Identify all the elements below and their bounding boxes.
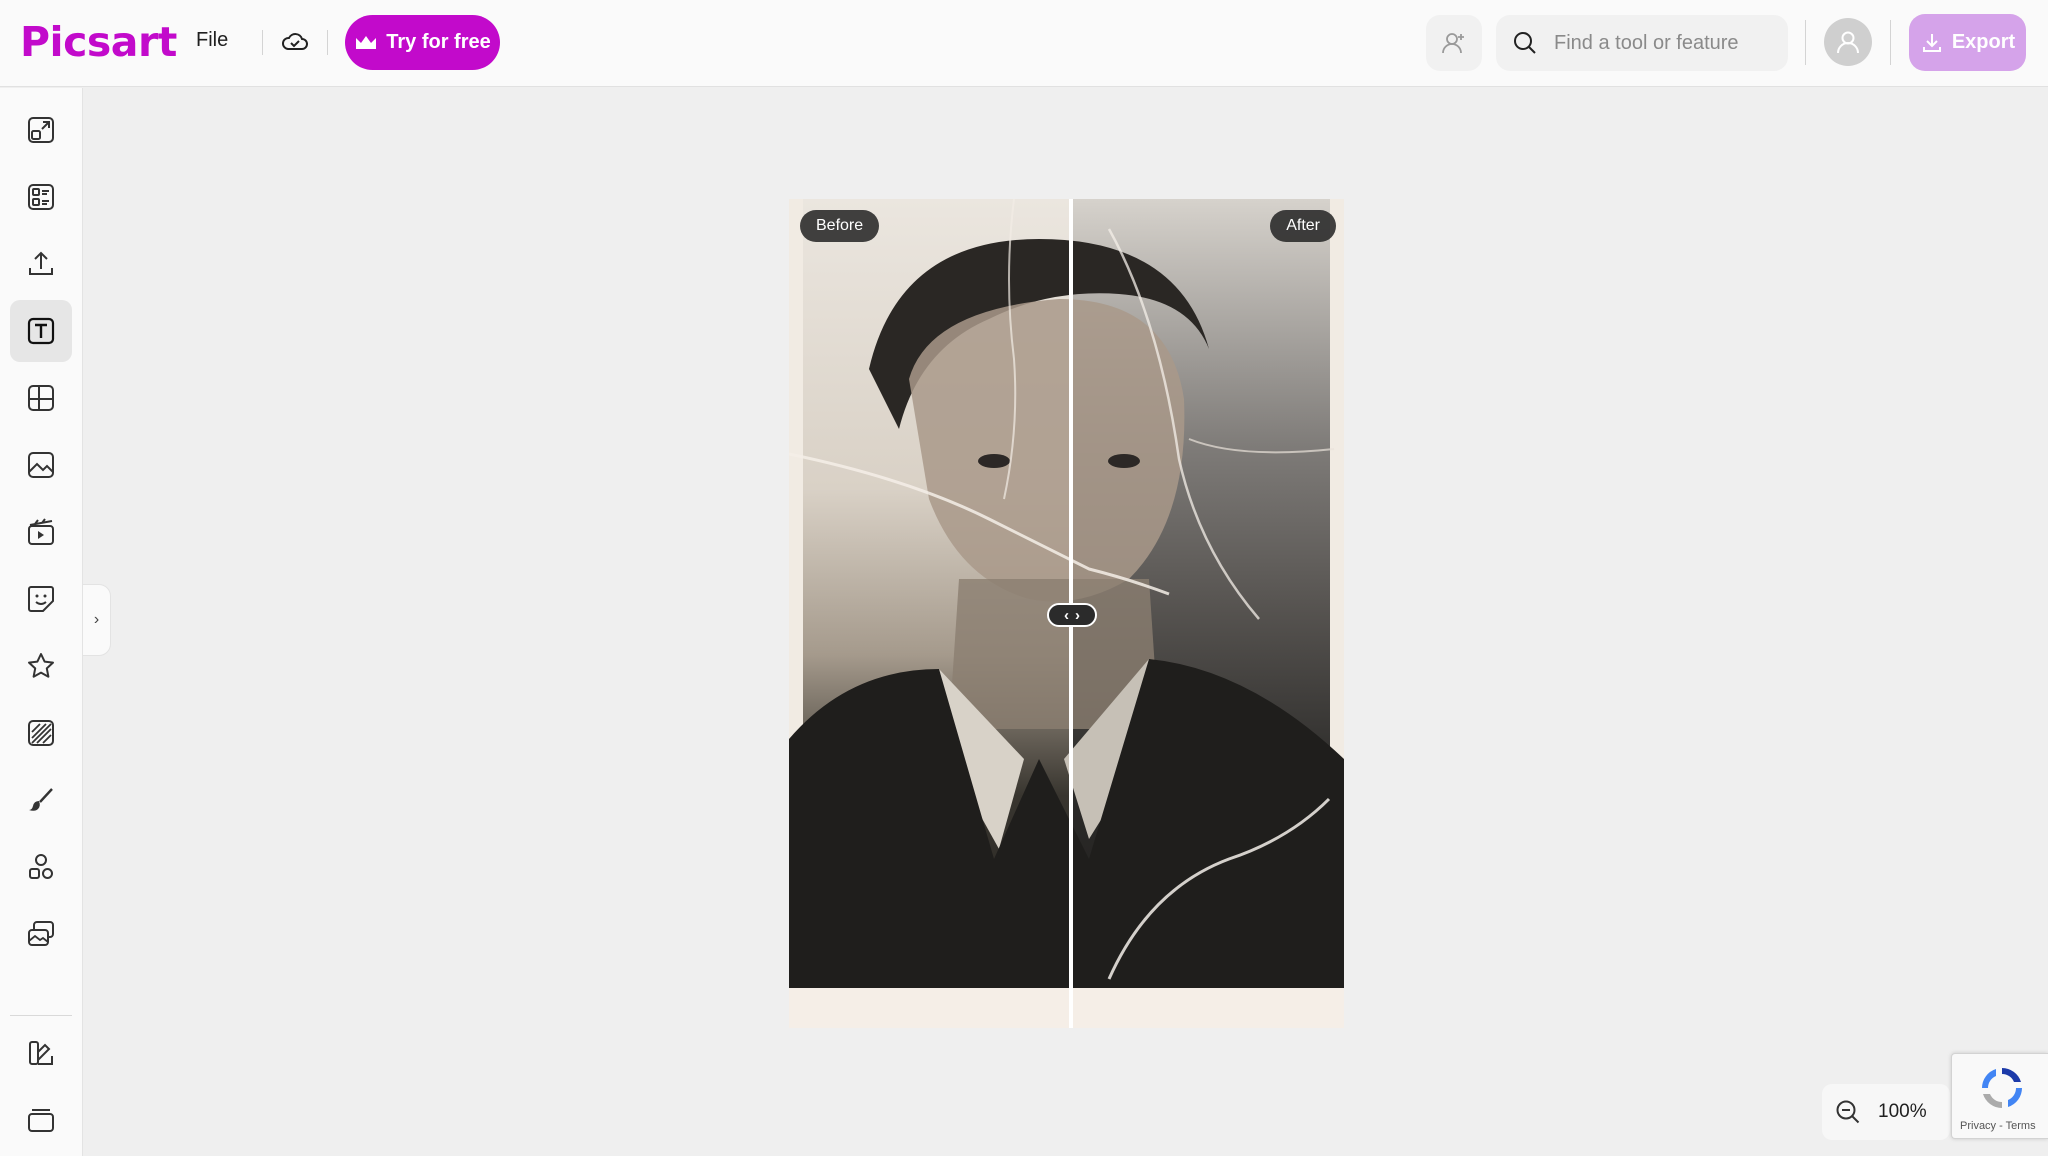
before-label: Before [800,210,880,242]
sidebar-item-video[interactable] [10,501,72,563]
photos-icon [28,452,54,478]
brush-icon [29,788,53,811]
photo-frame-bottom [789,988,1344,1028]
sidebar-item-upload[interactable] [10,233,72,295]
sidebar-item-favorites[interactable] [10,635,72,697]
zoom-control: 100% [1822,1084,1950,1140]
invite-collaborator-button[interactable] [1426,15,1482,71]
sidebar-divider [10,1015,72,1016]
after-label: After [1270,210,1336,242]
recaptcha-badge[interactable]: Privacy - Terms [1951,1053,2048,1139]
recaptcha-links[interactable]: Privacy - Terms [1960,1120,2036,1132]
sidebar-item-folders[interactable] [10,1089,72,1151]
user-icon [1837,31,1859,54]
resize-icon [28,117,54,143]
add-user-icon [1442,33,1464,54]
sidebar-item-stickers[interactable] [10,568,72,630]
brand-kit-icon [29,1041,53,1065]
sidebar-item-draw[interactable] [10,769,72,831]
search-input[interactable] [1554,31,1774,55]
tools-sidebar [0,88,83,1156]
export-label: Export [1951,31,2016,53]
stickers-icon [28,586,54,612]
folders-icon [28,1109,54,1132]
recaptcha-icon [1982,1068,2022,1108]
divider [1805,20,1806,65]
sidebar-item-backgrounds[interactable] [10,702,72,764]
zoom-out-icon[interactable] [1834,1098,1862,1126]
divider [1890,20,1891,65]
file-menu-button[interactable]: File [196,29,228,52]
try-for-free-label: Try for free [386,31,491,53]
divider [327,30,328,55]
upload-icon [29,251,53,275]
picsart-logo[interactable]: Picsart [20,18,177,66]
my-files-icon [28,921,54,946]
cloud-check-icon[interactable] [280,27,310,57]
sidebar-item-my-files[interactable] [10,903,72,965]
backgrounds-icon [28,720,54,746]
sidebar-item-layout[interactable] [10,367,72,429]
divider [262,30,263,55]
zoom-level[interactable]: 100% [1878,1101,1927,1123]
download-icon [1922,33,1941,52]
sidebar-item-resize[interactable] [10,99,72,161]
elements-icon [29,854,53,879]
sidebar-item-brand-kit[interactable] [10,1022,72,1084]
search-icon [1514,32,1536,54]
sidebar-collapse-toggle[interactable]: › [83,584,111,656]
star-icon [28,653,54,678]
sidebar-item-text[interactable] [10,300,72,362]
sidebar-item-templates[interactable] [10,166,72,228]
chevron-right-icon: › [93,611,100,628]
export-button[interactable]: Export [1909,14,2026,71]
comparison-slider-handle[interactable]: ‹ › [1047,603,1097,627]
text-icon [27,317,55,345]
video-icon [28,518,54,545]
sidebar-item-elements[interactable] [10,836,72,898]
crown-icon [356,35,377,49]
image-canvas[interactable]: ‹ › Before After [789,199,1344,1028]
chevron-left-icon: ‹ [1064,606,1069,624]
try-for-free-button[interactable]: Try for free [345,15,500,70]
user-avatar[interactable] [1824,18,1872,66]
templates-icon [28,184,54,210]
chevron-right-icon: › [1075,606,1080,624]
search-box[interactable] [1496,15,1788,71]
sidebar-item-photos[interactable] [10,434,72,496]
top-bar: Picsart File Try for free Export [0,0,2048,87]
layout-icon [28,385,54,411]
